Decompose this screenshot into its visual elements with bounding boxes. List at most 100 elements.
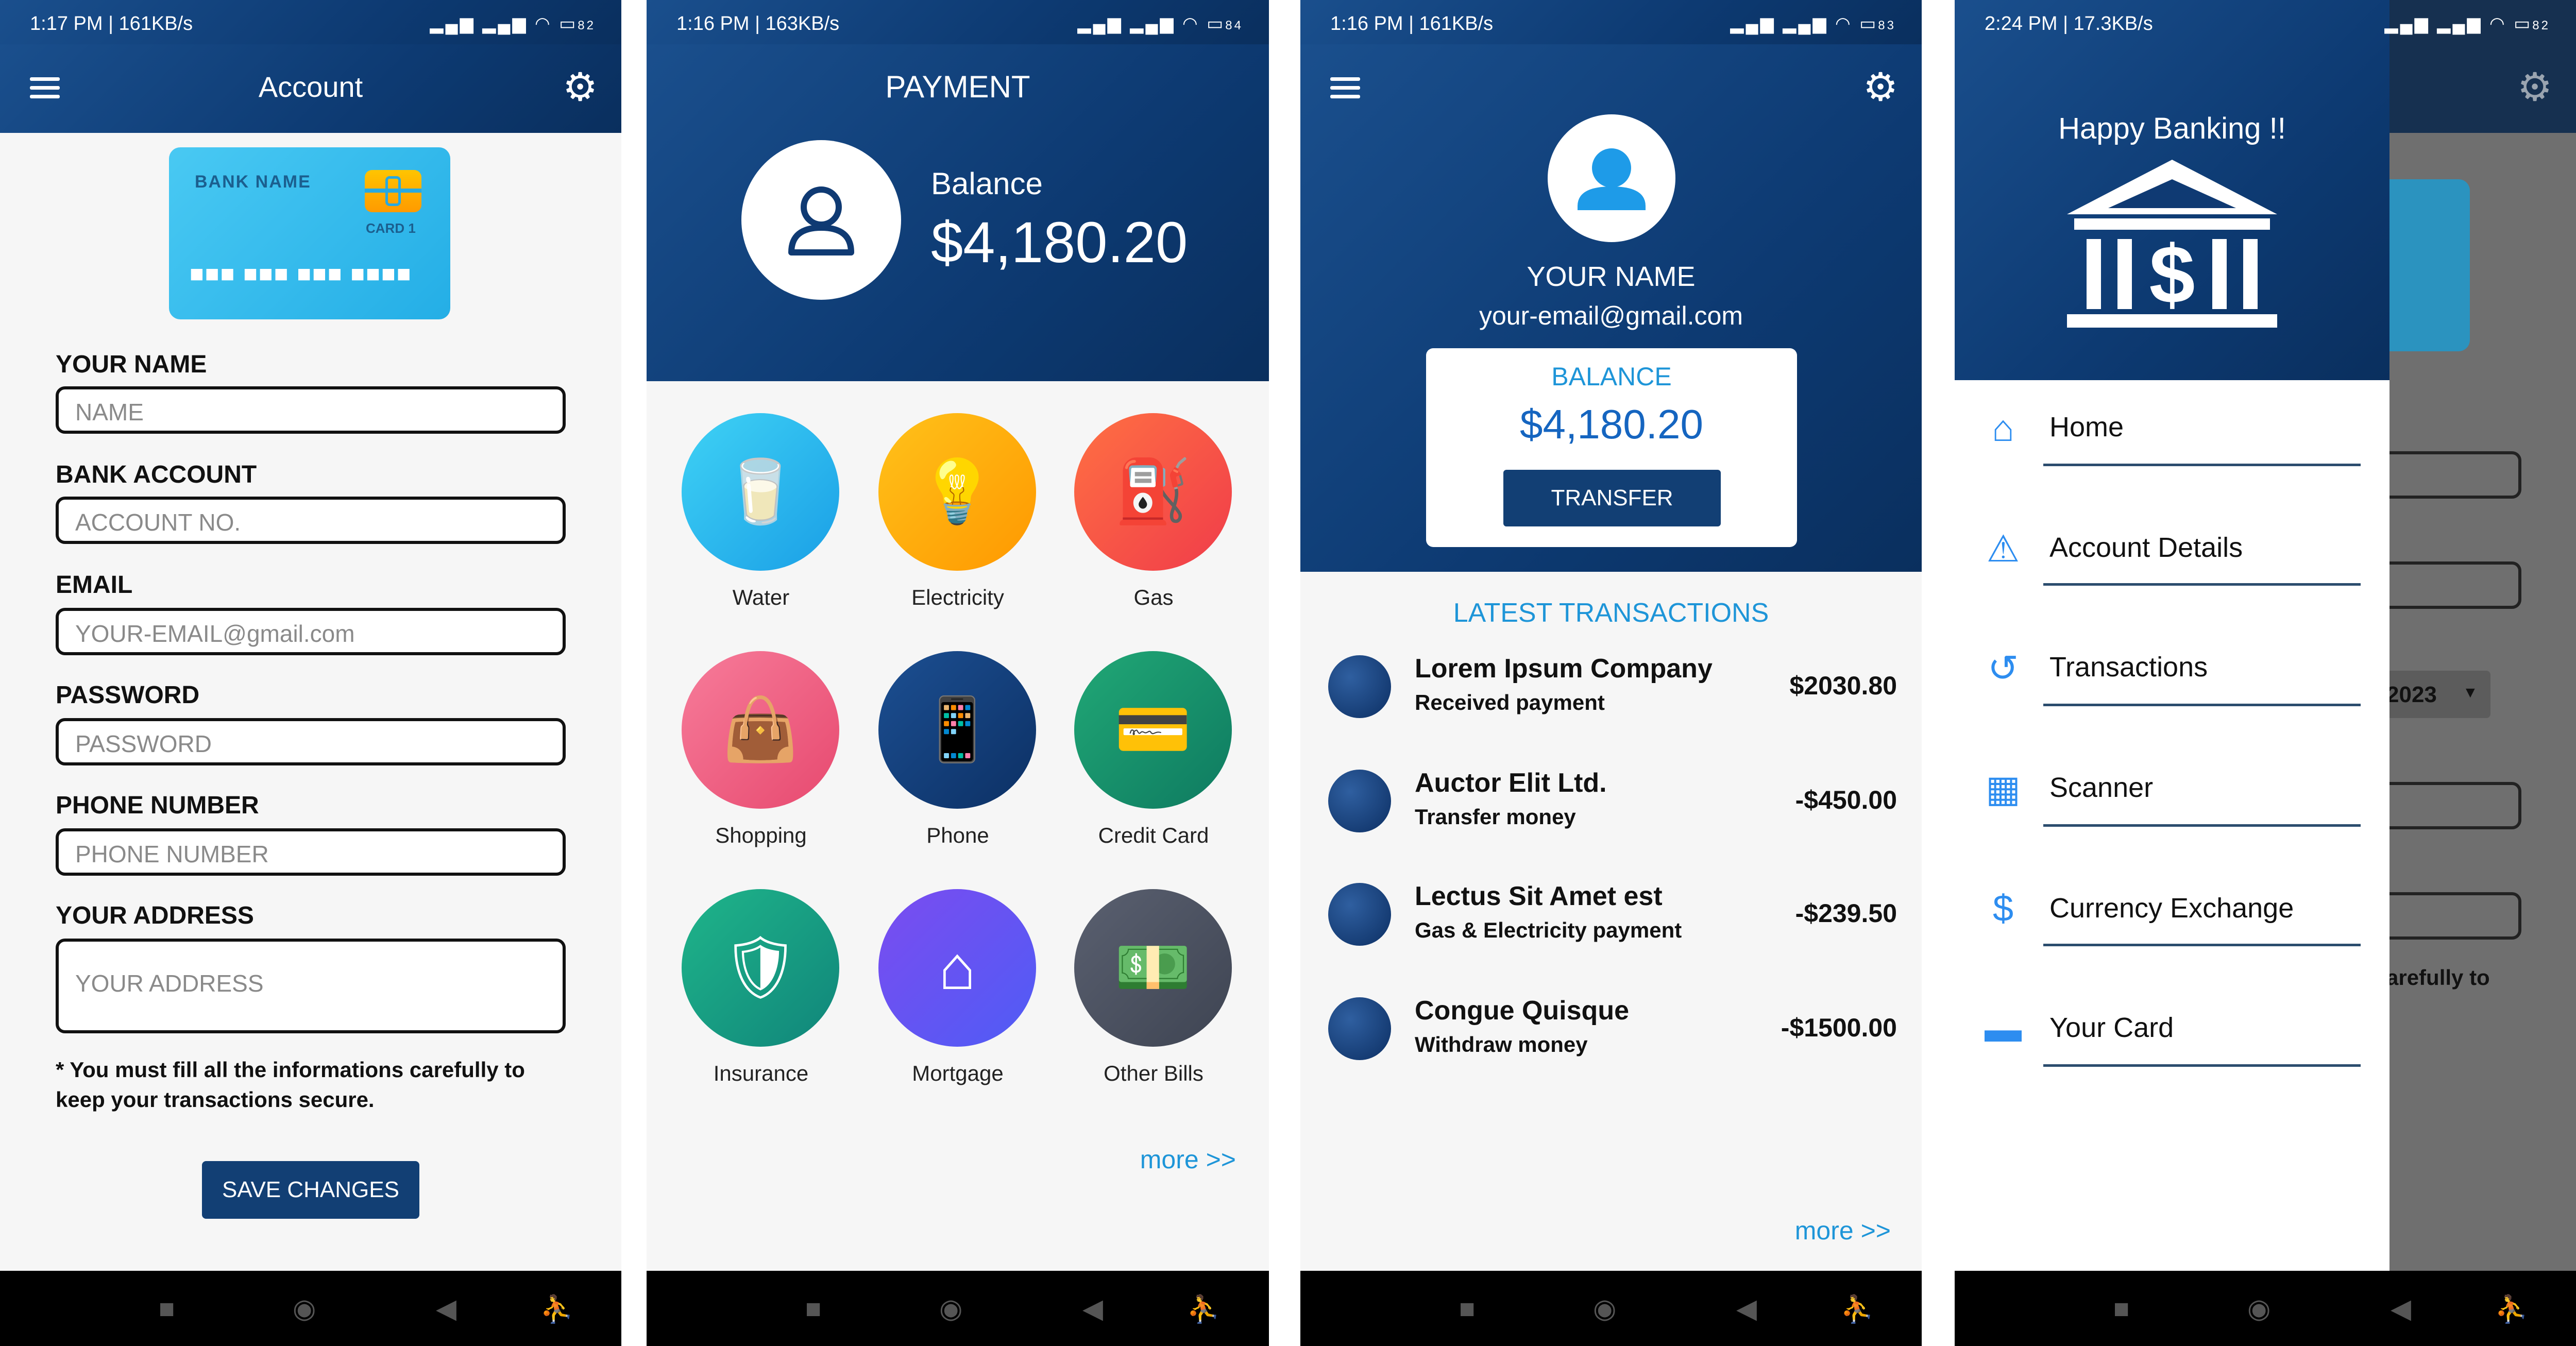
back-icon[interactable]: ◀	[2391, 1293, 2411, 1324]
electricity-button[interactable]: 💡	[878, 413, 1036, 571]
drawer-item-transactions[interactable]: Transactions	[2049, 651, 2208, 683]
history-icon: ↺	[1987, 648, 2019, 689]
transaction-avatar	[1328, 655, 1391, 718]
payment-screen: 1:16 PM | 163KB/s ▂▄▆ ▂▄▆ ◠ ▭84 PAYMENT …	[647, 0, 1269, 1346]
mortgage-button[interactable]: ⌂	[878, 889, 1036, 1047]
transaction-avatar	[1328, 770, 1391, 832]
transaction-subtitle: Gas & Electricity payment	[1415, 918, 1682, 942]
cash-icon: 💵	[1114, 933, 1192, 1002]
user-icon	[1578, 148, 1646, 210]
recents-icon[interactable]: ■	[159, 1293, 175, 1324]
transaction-amount: $2030.80	[1789, 671, 1897, 700]
email-field[interactable]	[56, 608, 566, 655]
electricity-label: Electricity	[911, 585, 1004, 609]
email-input[interactable]	[74, 619, 561, 648]
password-input[interactable]	[74, 729, 561, 758]
svg-text:$: $	[2149, 228, 2195, 320]
battery-level: 83	[1878, 19, 1896, 32]
status-icons: ▂▄▆ ▂▄▆ ◠ ▭82	[430, 14, 596, 33]
home-nav-icon[interactable]: ◉	[293, 1293, 316, 1324]
drawer-item-account-details[interactable]: Account Details	[2049, 532, 2243, 564]
phone-field[interactable]	[56, 828, 566, 876]
balance-label: Balance	[931, 166, 1043, 201]
system-nav-bar: ■ ◉ ◀ ⛹	[1300, 1271, 1922, 1346]
recents-icon[interactable]: ■	[805, 1293, 821, 1324]
system-nav-bar: ■ ◉ ◀ ⛹	[647, 1271, 1269, 1346]
bank-account-field[interactable]	[56, 497, 566, 544]
accessibility-icon[interactable]: ⛹	[1187, 1293, 1220, 1325]
phone-button[interactable]: 📱	[878, 651, 1036, 809]
phone-input[interactable]	[74, 840, 561, 868]
gear-icon[interactable]: ⚙	[563, 68, 598, 107]
name-field[interactable]	[56, 386, 566, 434]
name-input[interactable]	[74, 398, 561, 427]
avatar[interactable]	[741, 140, 901, 300]
email-label: EMAIL	[56, 571, 133, 599]
gear-icon: ⚙	[2517, 65, 2553, 109]
gear-icon[interactable]: ⚙	[1863, 68, 1898, 107]
home-nav-icon[interactable]: ◉	[1593, 1293, 1616, 1324]
avatar[interactable]	[1548, 114, 1675, 242]
credit-card-button[interactable]: 💳	[1074, 651, 1232, 809]
name-label: YOUR NAME	[56, 351, 207, 378]
drawer-item-currency-exchange[interactable]: Currency Exchange	[2049, 892, 2294, 924]
home-icon: ⌂	[1992, 408, 2014, 449]
address-field[interactable]	[56, 939, 566, 1033]
balance-value: $4,180.20	[1520, 401, 1703, 447]
accessibility-icon[interactable]: ⛹	[540, 1293, 573, 1325]
transaction-amount: -$1500.00	[1781, 1013, 1897, 1042]
mortgage-label: Mortgage	[912, 1061, 1004, 1085]
address-input[interactable]	[74, 968, 561, 1026]
divider	[2043, 583, 2361, 586]
gas-button[interactable]: ⛽	[1074, 413, 1232, 571]
recents-icon[interactable]: ■	[2113, 1293, 2129, 1324]
bank-account-input[interactable]	[74, 508, 561, 537]
drawer-title: Happy Banking !!	[2058, 112, 2286, 145]
recents-icon[interactable]: ■	[1459, 1293, 1475, 1324]
insurance-label: Insurance	[713, 1061, 809, 1085]
drawer-item-home[interactable]: Home	[2049, 411, 2124, 443]
shopping-button[interactable]: 👜	[682, 651, 839, 809]
balance-value: $4,180.20	[931, 210, 1188, 275]
accessibility-icon[interactable]: ⛹	[1840, 1293, 1874, 1325]
transfer-button[interactable]: TRANSFER	[1503, 470, 1721, 526]
transaction-avatar	[1328, 883, 1391, 946]
address-label: YOUR ADDRESS	[56, 902, 254, 929]
drawer-item-your-card[interactable]: Your Card	[2049, 1012, 2174, 1044]
card-label: CARD 1	[366, 220, 416, 236]
password-field[interactable]	[56, 718, 566, 765]
water-button[interactable]: 🥛	[682, 413, 839, 571]
battery-level: 84	[1225, 19, 1243, 32]
warning-triangle-icon: ⚠	[1986, 529, 2020, 570]
battery-level: 82	[578, 19, 596, 32]
divider	[2043, 704, 2361, 706]
status-bar: 2:24 PM | 17.3KB/s ▂▄▆ ▂▄▆ ◠ ▭82	[1955, 0, 2576, 44]
home-nav-icon[interactable]: ◉	[939, 1293, 962, 1324]
password-label: PASSWORD	[56, 681, 200, 709]
back-icon[interactable]: ◀	[1082, 1293, 1103, 1324]
save-changes-button[interactable]: SAVE CHANGES	[202, 1161, 419, 1219]
water-label: Water	[732, 585, 790, 609]
accessibility-icon[interactable]: ⛹	[2495, 1293, 2528, 1325]
home-nav-icon[interactable]: ◉	[2247, 1293, 2270, 1324]
status-time: 2:24 PM | 17.3KB/s	[1985, 13, 2153, 35]
status-time: 1:17 PM | 161KB/s	[30, 13, 193, 35]
status-bar: 1:16 PM | 161KB/s ▂▄▆ ▂▄▆ ◠ ▭83	[1300, 0, 1922, 44]
home-screen: 1:16 PM | 161KB/s ▂▄▆ ▂▄▆ ◠ ▭83 ⚙ YOUR N…	[1300, 0, 1922, 1346]
status-icons: ▂▄▆ ▂▄▆ ◠ ▭84	[1077, 14, 1243, 33]
menu-icon[interactable]	[1330, 77, 1360, 99]
other-bills-button[interactable]: 💵	[1074, 889, 1232, 1047]
divider	[2043, 464, 2361, 466]
more-link[interactable]: more >>	[1140, 1145, 1236, 1174]
transaction-title: Congue Quisque	[1415, 996, 1629, 1026]
page-title: PAYMENT	[885, 70, 1030, 104]
status-bar: 1:17 PM | 161KB/s ▂▄▆ ▂▄▆ ◠ ▭82	[0, 0, 621, 44]
back-icon[interactable]: ◀	[1736, 1293, 1757, 1324]
back-icon[interactable]: ◀	[436, 1293, 456, 1324]
lightbulb-icon: 💡	[919, 457, 996, 526]
more-link[interactable]: more >>	[1795, 1216, 1891, 1246]
credit-card-label: Credit Card	[1098, 823, 1209, 847]
insurance-button[interactable]: 🛡	[682, 889, 839, 1047]
transaction-title: Auctor Elit Ltd.	[1415, 768, 1607, 798]
drawer-item-scanner[interactable]: Scanner	[2049, 772, 2153, 804]
